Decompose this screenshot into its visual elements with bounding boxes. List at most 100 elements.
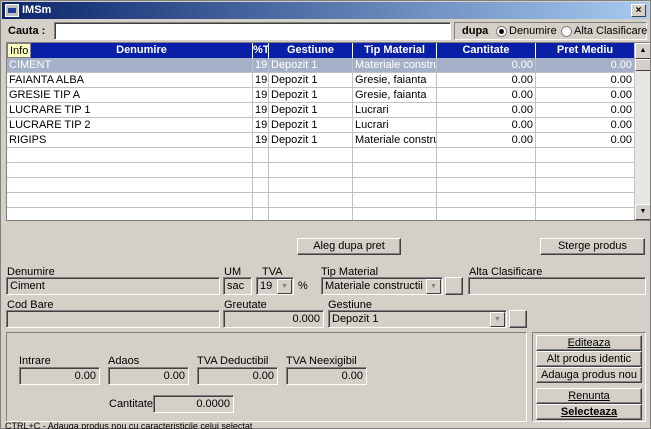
cell-cantitate: 0.00 xyxy=(437,133,536,148)
cell-cantitate xyxy=(437,193,536,208)
cantitate-field[interactable]: 0.0000 xyxy=(153,395,234,413)
adaos-field[interactable]: 0.00 xyxy=(108,367,189,385)
cell-tva: 19 xyxy=(253,133,269,148)
title-bar[interactable]: IMSm × xyxy=(2,2,649,19)
tva-neexigibil-label: TVA Neexigibil xyxy=(286,355,357,367)
table-row[interactable]: CIMENT19Depozit 1Materiale constructii0.… xyxy=(7,58,635,73)
tva-neexigibil-field[interactable]: 0.00 xyxy=(286,367,367,385)
cell-gestiune: Depozit 1 xyxy=(269,88,353,103)
cell-tip-material: Materiale constructii xyxy=(353,58,437,73)
cell-tip-material: Gresie, faianta xyxy=(353,73,437,88)
select-button[interactable]: Selecteaza xyxy=(536,404,642,420)
cell-pret-mediu xyxy=(536,163,635,178)
scroll-up-icon[interactable]: ▲ xyxy=(635,43,650,59)
cell-tva: 19 xyxy=(253,118,269,133)
chevron-down-icon[interactable]: ▼ xyxy=(490,312,505,327)
search-by-label: dupa xyxy=(462,25,489,37)
table-row[interactable]: LUCRARE TIP 1 19 Depozit 1 Lucrari 0.00 0.00 xyxy=(7,103,635,118)
cell-denumire xyxy=(7,193,253,208)
cell-denumire xyxy=(7,178,253,193)
table-row[interactable] xyxy=(7,193,635,208)
search-input[interactable] xyxy=(54,22,451,40)
tva-deductibil-field[interactable]: 0.00 xyxy=(197,367,278,385)
cell-gestiune xyxy=(269,208,353,220)
scroll-down-icon[interactable]: ▼ xyxy=(635,204,650,220)
table-row[interactable]: FAIANTA ALBA 19 Depozit 1 Gresie, faianta 0.… xyxy=(7,73,635,88)
cell-pret-mediu xyxy=(536,193,635,208)
cell-tip-material xyxy=(353,178,437,193)
cancel-button[interactable]: Renunta xyxy=(536,388,642,404)
um-field[interactable]: sac xyxy=(223,277,252,295)
delete-product-button[interactable]: Sterge produs xyxy=(540,238,645,255)
cell-gestiune: Depozit 1 xyxy=(269,58,353,73)
radio-denumire-label[interactable]: Denumire xyxy=(509,25,557,37)
add-new-product-button[interactable]: Adauga produs nou xyxy=(536,367,642,383)
cell-cantitate xyxy=(437,163,536,178)
table-row[interactable]: RIGIPS19Depozit 1Materiale constructii0.… xyxy=(7,133,635,148)
cell-tip-material: Gresie, faianta xyxy=(353,88,437,103)
table-row[interactable] xyxy=(7,148,635,163)
greutate-field[interactable]: 0.000 xyxy=(223,310,324,328)
cell-denumire xyxy=(7,208,253,220)
cell-cantitate xyxy=(437,178,536,193)
cell-denumire: LUCRARE TIP 1 xyxy=(7,103,253,118)
table-row[interactable] xyxy=(7,163,635,178)
gestiune-select[interactable]: Depozit 1 ▼ xyxy=(328,310,507,328)
cell-cantitate: 0.00 xyxy=(437,118,536,133)
app-icon xyxy=(5,4,19,17)
sort-by-price-button[interactable]: Aleg dupa pret xyxy=(297,238,401,255)
table-row[interactable]: LUCRARE TIP 2 19 Depozit 1 Lucrari 0.00 0.00 xyxy=(7,118,635,133)
tip-material-select[interactable]: Materiale constructii ▼ xyxy=(321,277,443,295)
scroll-thumb[interactable] xyxy=(635,59,650,71)
close-button[interactable]: × xyxy=(631,4,646,17)
cell-pret-mediu xyxy=(536,178,635,193)
cell-tva xyxy=(253,163,269,178)
cell-gestiune: Depozit 1 xyxy=(269,103,353,118)
gestiune-browse-button[interactable] xyxy=(509,310,527,328)
col-tva[interactable]: %TVA xyxy=(253,43,269,58)
intrare-label: Intrare xyxy=(19,355,51,367)
cell-tva: 19 xyxy=(253,88,269,103)
vertical-scrollbar[interactable]: ▲ ▼ xyxy=(634,43,650,220)
intrare-field[interactable]: 0.00 xyxy=(19,367,100,385)
identical-product-button[interactable]: Alt produs identic xyxy=(536,351,642,367)
cell-gestiune xyxy=(269,178,353,193)
table-row[interactable] xyxy=(7,208,635,220)
col-tip-material[interactable]: Tip Material xyxy=(353,43,437,58)
adaos-label: Adaos xyxy=(108,355,140,367)
col-cantitate[interactable]: Cantitate xyxy=(437,43,536,58)
tip-material-browse-button[interactable] xyxy=(445,277,463,295)
tva-percent-label: % xyxy=(298,280,308,292)
cell-denumire xyxy=(7,148,253,163)
cell-denumire: CIMENT xyxy=(7,58,253,73)
status-hint: CTRL+C - Adauga produs nou cu caracteris… xyxy=(5,422,253,429)
cell-gestiune: Depozit 1 xyxy=(269,118,353,133)
radio-alta-clasificare[interactable] xyxy=(561,26,572,37)
cell-cantitate: 0.00 xyxy=(437,103,536,118)
table-row[interactable] xyxy=(7,178,635,193)
tva-select[interactable]: 19 ▼ xyxy=(256,277,294,295)
cod-bare-field[interactable] xyxy=(6,310,220,328)
table-row[interactable]: GRESIE TIP A 19 Depozit 1 Gresie, faianta 0.… xyxy=(7,88,635,103)
cell-tip-material xyxy=(353,148,437,163)
cell-pret-mediu: 0.00 xyxy=(536,103,635,118)
info-cell[interactable]: Info xyxy=(7,43,31,58)
cell-cantitate xyxy=(437,208,536,220)
cell-pret-mediu: 0.00 xyxy=(536,133,635,148)
col-gestiune[interactable]: Gestiune xyxy=(269,43,353,58)
col-denumire[interactable]: Denumire xyxy=(31,43,253,58)
cell-denumire: GRESIE TIP A xyxy=(7,88,253,103)
radio-denumire[interactable] xyxy=(496,26,507,37)
cantitate-label: Cantitate xyxy=(109,398,154,410)
cell-tip-material: Materiale constructii xyxy=(353,133,437,148)
cell-tva xyxy=(253,208,269,220)
radio-alta-label[interactable]: Alta Clasificare xyxy=(574,25,647,37)
denumire-field[interactable]: Ciment xyxy=(6,277,220,295)
chevron-down-icon[interactable]: ▼ xyxy=(426,279,441,294)
alta-clasificare-field[interactable] xyxy=(468,277,646,295)
cell-pret-mediu: 0.00 xyxy=(536,58,635,73)
chevron-down-icon[interactable]: ▼ xyxy=(277,279,292,294)
edit-button[interactable]: Editeaza xyxy=(536,335,642,351)
col-pret-mediu[interactable]: Pret Mediu xyxy=(536,43,635,58)
products-grid[interactable]: Info Denumire %TVA Gestiune Tip Material… xyxy=(6,42,651,221)
